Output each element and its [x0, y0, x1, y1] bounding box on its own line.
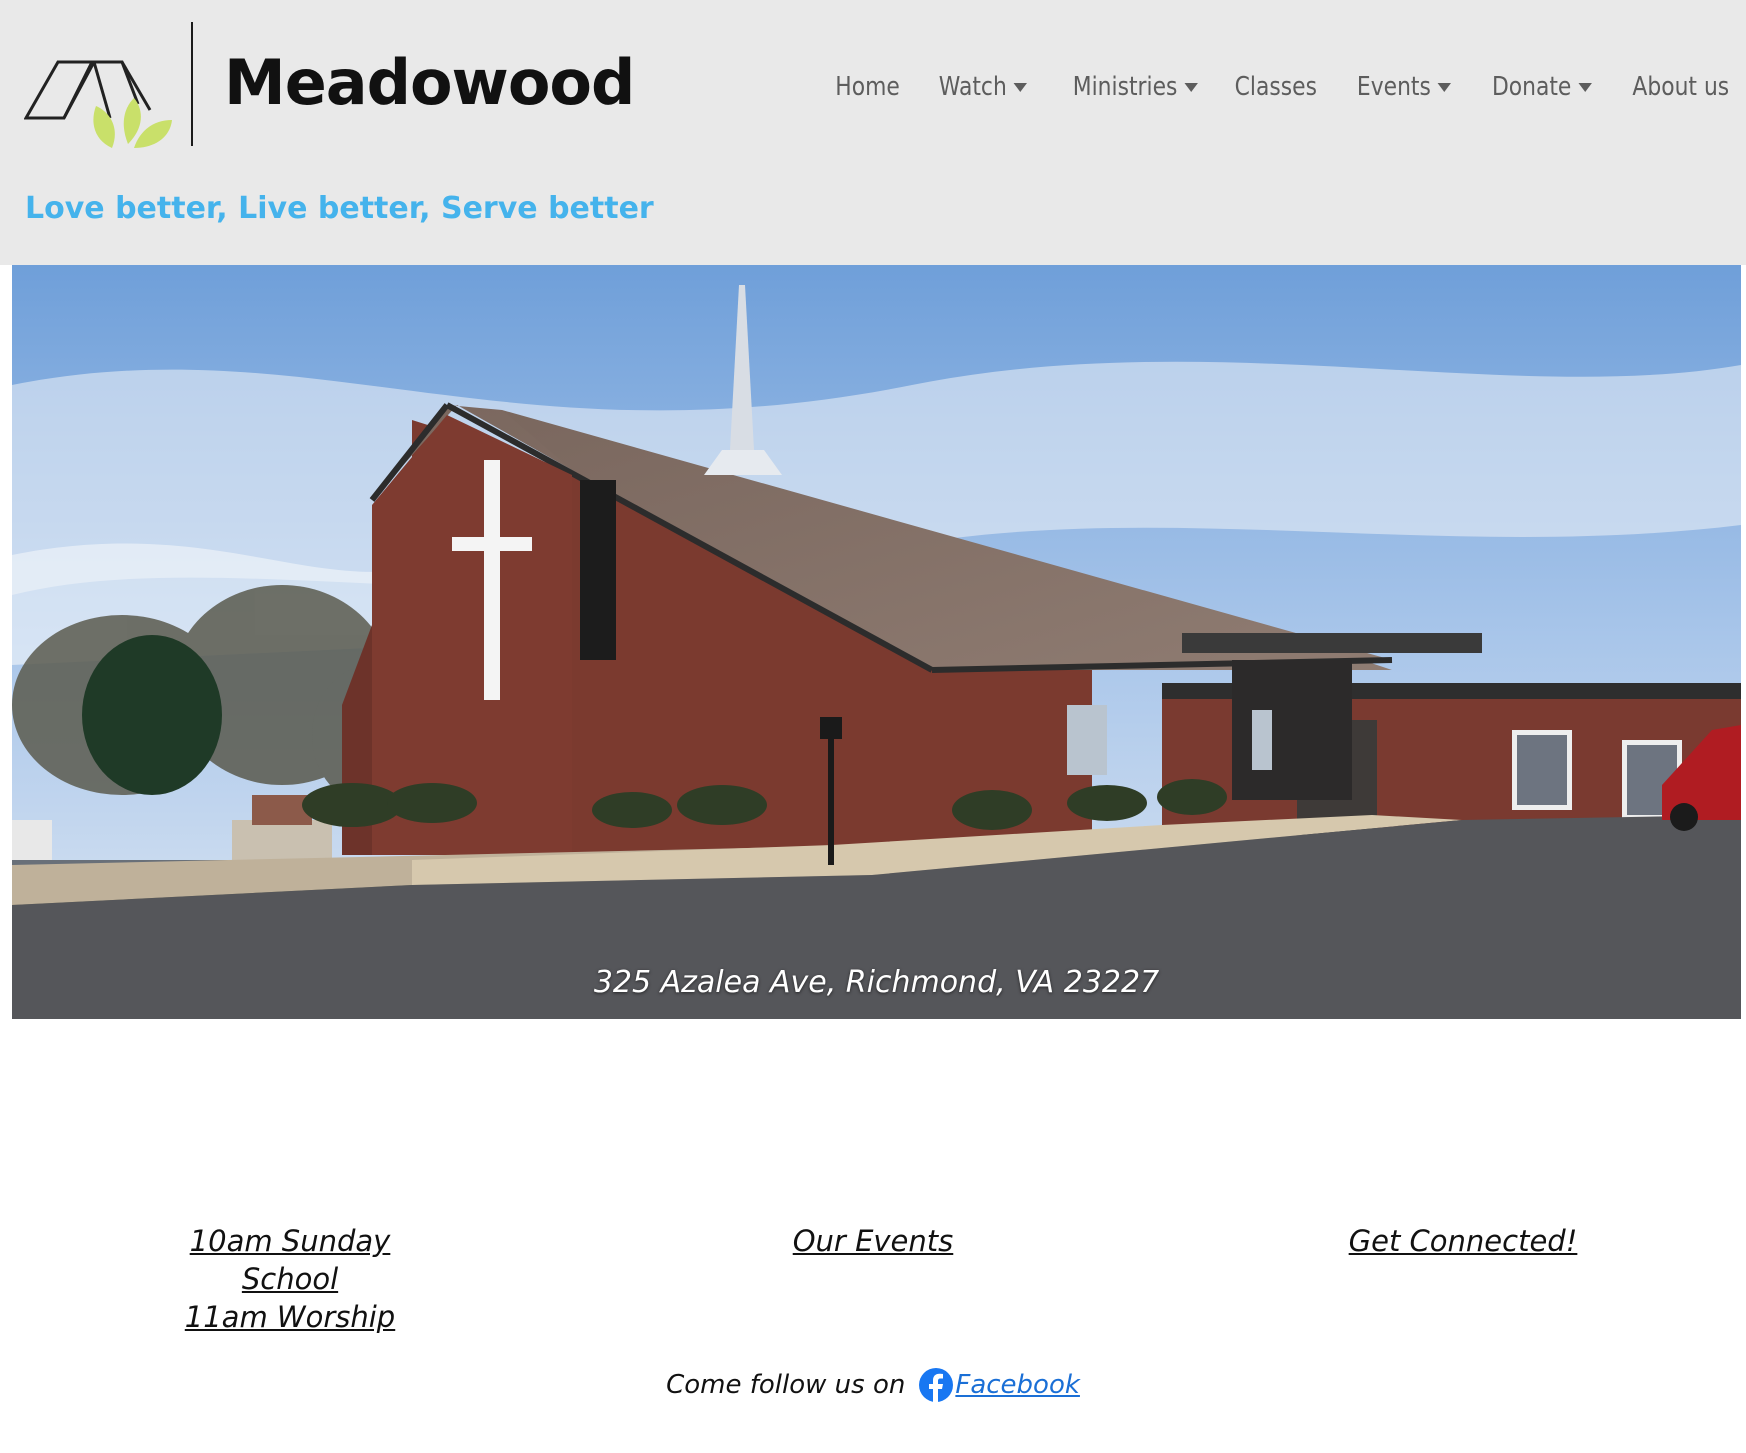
logo-divider [191, 22, 193, 146]
nav-label: About us [1632, 72, 1729, 102]
quick-links: 10am Sunday School 11am Worship Our Even… [0, 1222, 1746, 1334]
nav-label: Ministries [1072, 72, 1178, 102]
caret-down-icon [1437, 82, 1452, 92]
church-photo [12, 265, 1741, 1019]
logo[interactable]: Meadowood [24, 22, 635, 148]
nav-item-watch[interactable]: Watch [939, 72, 1027, 102]
get-connected-link[interactable]: Get Connected! [1313, 1222, 1613, 1260]
hero-address-caption: 325 Azalea Ave, Richmond, VA 23227 [593, 965, 1160, 1000]
caret-down-icon [1013, 82, 1027, 92]
logo-wordmark: Meadowood [224, 46, 635, 119]
caret-down-icon [1183, 82, 1198, 92]
caret-down-icon [1578, 82, 1592, 92]
nav-item-home[interactable]: Home [835, 72, 899, 102]
main-nav: Home Watch Ministries Classes Events Don… [801, 62, 1729, 112]
nav-item-ministries[interactable]: Ministries [1073, 72, 1198, 102]
our-events-link[interactable]: Our Events [723, 1222, 1023, 1260]
social-follow: Come follow us on Facebook [0, 1368, 1746, 1402]
service-times-link[interactable]: 10am Sunday School 11am Worship [140, 1222, 440, 1336]
hero-image: 325 Azalea Ave, Richmond, VA 23227 [12, 265, 1741, 1019]
service-times-line1: 10am Sunday School [189, 1224, 391, 1296]
facebook-icon[interactable] [919, 1368, 954, 1402]
nav-label: Watch [938, 72, 1007, 102]
nav-item-classes[interactable]: Classes [1235, 72, 1317, 102]
service-times-line2: 11am Worship [184, 1300, 396, 1334]
nav-item-events[interactable]: Events [1357, 72, 1452, 102]
tagline: Love better, Live better, Serve better [25, 191, 654, 226]
nav-label: Donate [1492, 72, 1572, 102]
logo-mark-icon [24, 60, 172, 148]
nav-label: Events [1357, 72, 1432, 102]
nav-label: Classes [1234, 72, 1318, 102]
follow-text: Come follow us on [666, 1370, 906, 1400]
facebook-link[interactable]: Facebook [955, 1370, 1080, 1400]
nav-label: Home [835, 72, 900, 102]
nav-item-donate[interactable]: Donate [1492, 72, 1592, 102]
site-header: Meadowood Home Watch Ministries Classes … [0, 0, 1746, 265]
nav-item-about-us[interactable]: About us [1632, 72, 1729, 102]
